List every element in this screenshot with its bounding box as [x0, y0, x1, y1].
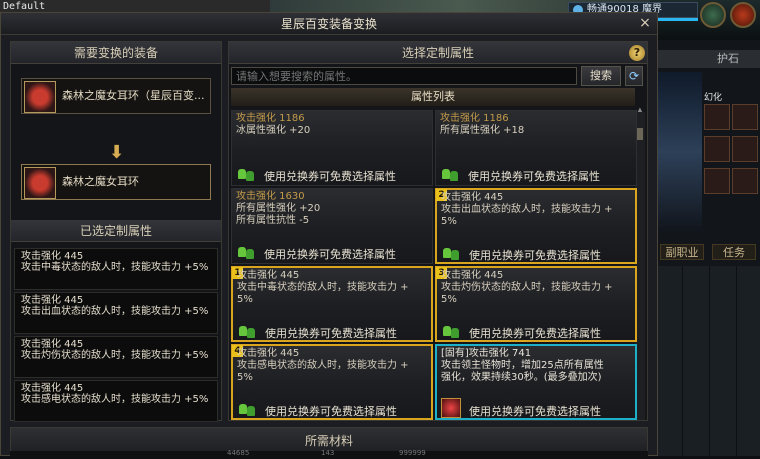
selected-attr-item[interactable]: 攻击强化 445 攻击感电状态的敌人时，技能攻击力 +5% [14, 380, 218, 422]
attr-card[interactable]: 3 攻击强化 445 攻击灼伤状态的敌人时，技能攻击力 +5% 使用兑换券可免费选择属… [435, 266, 637, 342]
left-panel: 需要变换的装备 森林之魔女耳环（星辰百变... ⬇ 森林之魔女耳环 已选定制属性… [10, 41, 222, 422]
coupon-icon [236, 167, 256, 183]
coupon-icon [440, 167, 460, 183]
coupon-icon [237, 402, 257, 418]
search-button[interactable]: 搜索 [581, 66, 621, 86]
attr-card[interactable]: [固有]攻击强化 741 攻击领主怪物时，增加25点所有属性 强化，效果持续30秒。… [435, 344, 637, 420]
attr-line: 所有属性强化 +20 [236, 203, 321, 214]
attr-line: 攻击强化 1186 [440, 113, 509, 124]
scroll-thumb[interactable] [637, 128, 643, 140]
attr-card[interactable]: 2 攻击强化 445 攻击出血状态的敌人时，技能攻击力 +5% 使用兑换券可免费选择属… [435, 188, 637, 264]
equip-slot[interactable] [704, 168, 730, 194]
equip-slot[interactable] [732, 104, 758, 130]
coupon-text: 使用兑换券可免费选择属性 [469, 249, 601, 262]
equip-section-header: 需要变换的装备 [11, 42, 221, 64]
arrow-down-icon: ⬇ [109, 142, 125, 163]
attr-card[interactable]: 1 攻击强化 445 攻击中毒状态的敌人时，技能攻击力 +5% 使用兑换券可免费选择属… [231, 266, 433, 342]
close-button[interactable]: × [637, 15, 653, 31]
selected-attrs-header: 已选定制属性 [11, 220, 221, 242]
attr-line: 所有属性强化 +18 [440, 125, 525, 136]
right-panel: 选择定制属性 ? 搜索 ⟳ 属性列表 ▲ 攻击强化 1186冰属性强化 +20使… [228, 41, 648, 421]
selected-attr-item[interactable]: 攻击强化 445 攻击出血状态的敌人时，技能攻击力 +5% [14, 292, 218, 334]
avatar-label: 幻化 [704, 93, 723, 103]
earring-icon [24, 81, 56, 113]
attr-line: 攻击感电状态的敌人时，技能攻击力 + [237, 360, 409, 371]
attr-line: 攻击强化 1186 [236, 113, 305, 124]
equip-slot[interactable] [704, 136, 730, 162]
help-icon[interactable]: ? [629, 45, 645, 61]
equip-slot[interactable] [704, 104, 730, 130]
attr-card-text: [固有]攻击强化 741 攻击领主怪物时，增加25点所有属性 强化，效果持续30秒。… [441, 348, 635, 384]
selected-attr-item[interactable]: 攻击强化 445 攻击灼伤状态的敌人时，技能攻击力 +5% [14, 336, 218, 378]
attr-line: 攻击强化 445 [441, 192, 504, 203]
ring-icon [441, 398, 461, 418]
equip-slot[interactable] [732, 136, 758, 162]
target-equipment[interactable]: 森林之魔女耳环 [21, 164, 211, 200]
attr-line: 5% [441, 294, 457, 305]
coupon-text: 使用兑换券可免费选择属性 [469, 405, 601, 418]
coupon-text: 使用兑换券可免费选择属性 [265, 405, 397, 418]
coupon-icon [237, 324, 257, 340]
material-count: 999999 [399, 449, 426, 457]
material-count: 143 [321, 449, 335, 457]
menu-round-button[interactable] [700, 2, 726, 28]
attr-list-header: 属性列表 [231, 88, 635, 106]
attr-card-text: 攻击强化 445 攻击感电状态的敌人时，技能攻击力 +5% [237, 348, 431, 384]
refresh-icon[interactable]: ⟳ [625, 66, 643, 86]
attr-card-text: 攻击强化 445 攻击出血状态的敌人时，技能攻击力 +5% [441, 192, 635, 228]
tab-sub-profession[interactable]: 副职业 [660, 244, 704, 260]
attr-line: 攻击强化 445 [237, 270, 300, 281]
selected-attr-item[interactable]: 攻击强化 445 攻击中毒状态的敌人时，技能攻击力 +5% [14, 248, 218, 290]
attr-line: 攻击强化 445 [441, 270, 504, 281]
coupon-text: 使用兑换券可免费选择属性 [264, 170, 396, 183]
search-input[interactable] [231, 67, 577, 85]
attr-line: 5% [441, 216, 457, 227]
attr-card-text: 攻击强化 1186 冰属性强化 +20 [236, 113, 430, 137]
inventory-grid[interactable] [656, 266, 760, 456]
attr-line: 攻击强化 445 [237, 348, 300, 359]
coupon-text: 使用兑换券可免费选择属性 [264, 248, 396, 261]
source-equipment-name: 森林之魔女耳环（星辰百变... [62, 89, 205, 102]
target-equipment-name: 森林之魔女耳环 [62, 175, 139, 188]
coupon-icon [236, 245, 256, 261]
attr-card[interactable]: 攻击强化 1630 所有属性强化 +20 所有属性抗性 -5 使用兑换券可免费选择属性 [231, 188, 433, 264]
attr-line: 攻击灼伤状态的敌人时，技能攻击力 + [441, 282, 613, 293]
attr-line: 攻击领主怪物时，增加25点所有属性 [441, 360, 604, 371]
attr-card[interactable]: 攻击强化 1186 冰属性强化 +20 使用兑换券可免费选择属性 [231, 110, 433, 186]
attr-card[interactable]: 攻击强化 1186 所有属性强化 +18 使用兑换券可免费选择属性 [435, 110, 637, 186]
equipment-transform-window: 星辰百变装备变换 × 需要变换的装备 森林之魔女耳环（星辰百变... ⬇ 森林之… [0, 12, 658, 459]
attr-line: 攻击中毒状态的敌人时，技能攻击力 + [237, 282, 409, 293]
attr-line: 攻击出血状态的敌人时，技能攻击力 + [441, 204, 613, 215]
equip-slot[interactable] [732, 168, 758, 194]
tab-quest[interactable]: 任务 [712, 244, 756, 260]
attr-line: 冰属性强化 +20 [236, 125, 311, 136]
coupon-icon [441, 246, 461, 262]
coupon-text: 使用兑换券可免费选择属性 [468, 170, 600, 183]
attr-line: 攻击强化 1630 [236, 191, 305, 202]
coupon-text: 使用兑换券可免费选择属性 [265, 327, 397, 340]
attr-line: [固有]攻击强化 741 [441, 348, 532, 359]
source-equipment[interactable]: 森林之魔女耳环（星辰百变... [21, 78, 211, 114]
attr-line: 强化，效果持续30秒。(最多叠加次) [441, 372, 602, 383]
attr-line: 5% [237, 372, 253, 383]
shop-round-button[interactable] [730, 2, 756, 28]
character-portrait [656, 72, 702, 232]
window-title: 星辰百变装备变换 [1, 13, 657, 35]
tab-talisman[interactable]: 护石 [656, 50, 760, 68]
attr-card-text: 攻击强化 1186 所有属性强化 +18 [440, 113, 634, 137]
material-count: 44685 [227, 449, 250, 457]
coupon-text: 使用兑换券可免费选择属性 [469, 327, 601, 340]
attr-line: 所有属性抗性 -5 [236, 215, 310, 226]
attr-card-text: 攻击强化 1630 所有属性强化 +20 所有属性抗性 -5 [236, 191, 430, 227]
attr-card[interactable]: 4 攻击强化 445 攻击感电状态的敌人时，技能攻击力 +5% 使用兑换券可免费选择属… [231, 344, 433, 420]
attr-card-text: 攻击强化 445 攻击中毒状态的敌人时，技能攻击力 +5% [237, 270, 431, 306]
attr-card-text: 攻击强化 445 攻击灼伤状态的敌人时，技能攻击力 +5% [441, 270, 635, 306]
custom-attr-header: 选择定制属性 [229, 42, 647, 64]
attr-line: 5% [237, 294, 253, 305]
earring-icon [24, 167, 56, 199]
coupon-icon [441, 324, 461, 340]
